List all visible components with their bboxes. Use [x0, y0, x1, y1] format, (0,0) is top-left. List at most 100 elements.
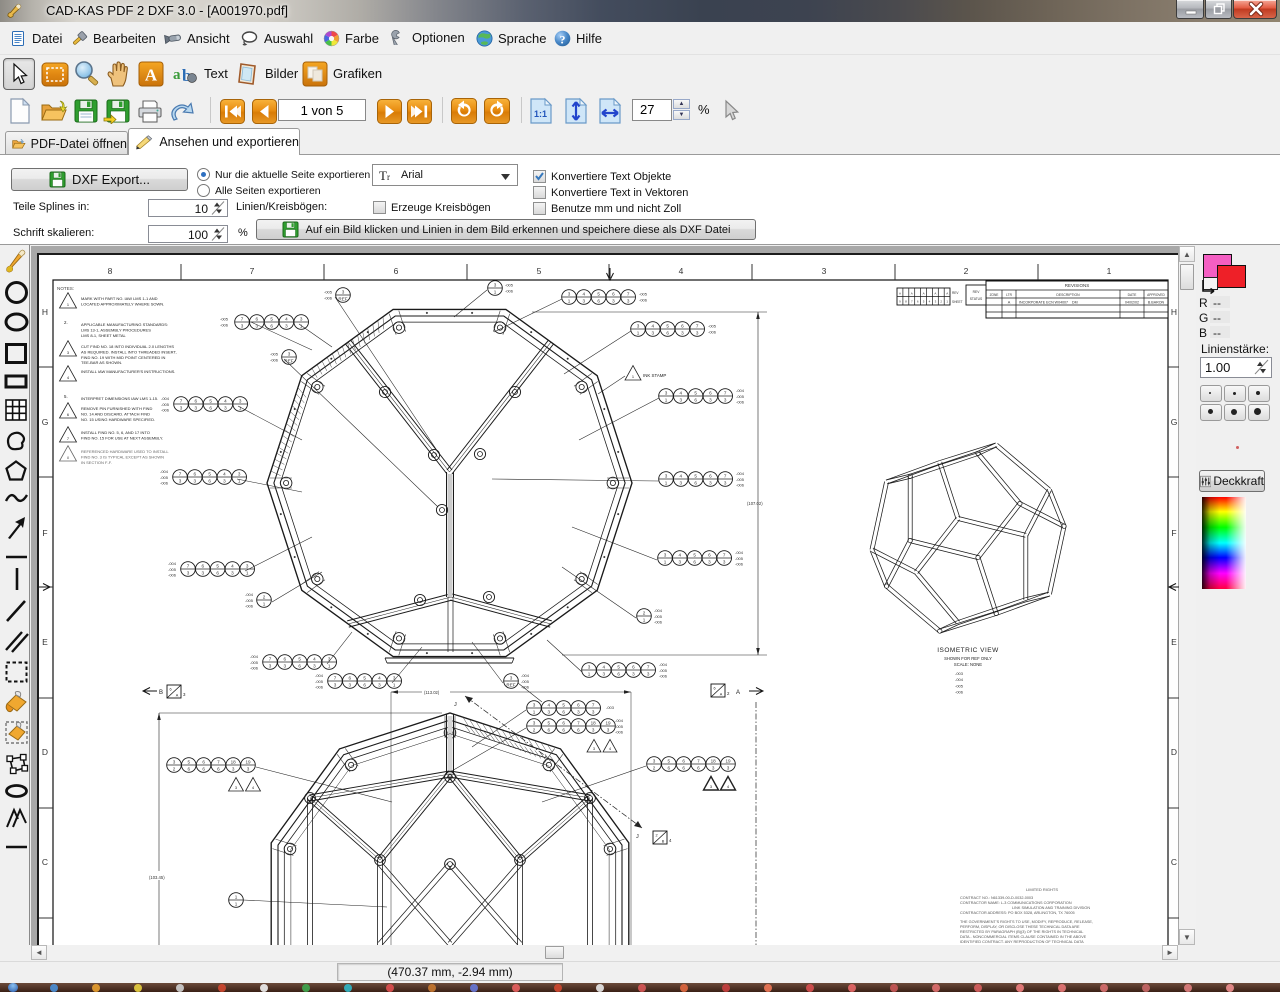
svg-text:LTR: LTR [1006, 293, 1012, 297]
svg-text:A: A [934, 292, 936, 296]
svg-text:18: 18 [711, 759, 717, 764]
svg-text:4: 4 [679, 266, 684, 276]
svg-text:3: 3 [696, 330, 699, 335]
svg-text:-003: -003 [955, 671, 964, 676]
svg-text:-005: -005 [736, 394, 745, 399]
svg-text:-005: -005 [736, 477, 745, 482]
svg-text:5: 5 [548, 721, 551, 726]
svg-text:-006: -006 [245, 604, 254, 609]
svg-text:CONTRACT NO.: N61339-00-D-0032: CONTRACT NO.: N61339-00-D-0032-0003 [960, 896, 1033, 900]
svg-text:2: 2 [533, 727, 536, 732]
svg-text:LMS 13-1, ASSEMBLY PROCEDURES: LMS 13-1, ASSEMBLY PROCEDURES [81, 327, 151, 332]
svg-text:3: 3 [195, 405, 198, 410]
svg-text:6: 6 [349, 676, 352, 681]
svg-text:6: 6 [217, 766, 220, 771]
svg-text:NO. 14 AND DISCARD. ATTACH FIN: NO. 14 AND DISCARD. ATTACH FIND [81, 411, 150, 416]
svg-text:3: 3 [284, 663, 287, 668]
svg-text:2: 2 [643, 611, 646, 616]
svg-text:-004: -004 [315, 673, 324, 678]
svg-text:3: 3 [593, 746, 595, 751]
svg-text:REV: REV [973, 290, 981, 294]
svg-text:SCALE: NONE: SCALE: NONE [954, 662, 982, 667]
svg-text:7: 7 [577, 721, 580, 726]
svg-text:A: A [911, 292, 913, 296]
svg-text:6: 6 [363, 682, 366, 687]
svg-text:A: A [946, 292, 948, 296]
svg-text:4: 4 [583, 292, 586, 297]
svg-text:2.: 2. [64, 320, 68, 325]
svg-text:6: 6 [693, 559, 696, 564]
svg-text:4: 4 [680, 391, 683, 396]
svg-text:7: 7 [627, 292, 630, 297]
svg-text:3: 3 [494, 283, 497, 288]
svg-text:19: 19 [245, 760, 251, 765]
svg-text:8: 8 [67, 455, 69, 460]
svg-text:6: 6 [617, 671, 620, 676]
svg-text:H: H [1171, 307, 1177, 317]
svg-text:6: 6 [597, 298, 600, 303]
svg-text:6: 6 [681, 324, 684, 329]
svg-text:3: 3 [709, 480, 712, 485]
svg-text:-006: -006 [161, 408, 170, 413]
svg-text:A: A [176, 694, 179, 698]
svg-text:INSTALL IAW MANUFACTURER'S INS: INSTALL IAW MANUFACTURER'S INSTRUCTIONS. [81, 369, 175, 374]
svg-text:6: 6 [713, 687, 715, 691]
svg-text:-005: -005 [250, 660, 259, 665]
svg-text:3: 3 [708, 559, 711, 564]
svg-text:A: A [145, 66, 158, 85]
svg-text:-004: -004 [735, 550, 744, 555]
svg-text:6: 6 [668, 765, 671, 770]
svg-text:3: 3 [238, 472, 241, 477]
svg-text:-004: -004 [245, 592, 254, 597]
svg-text:3: 3 [568, 292, 571, 297]
svg-text:6: 6 [562, 721, 565, 726]
svg-text:5: 5 [666, 324, 669, 329]
svg-text:-005: -005 [245, 598, 254, 603]
svg-text:2: 2 [655, 834, 657, 838]
svg-text:INCORPORATE ECN W04007 DM: INCORPORATE ECN W04007 DM [1019, 301, 1078, 305]
svg-text:6: 6 [216, 570, 219, 575]
svg-text:5: 5 [188, 760, 191, 765]
svg-text:6: 6 [697, 765, 700, 770]
svg-text:3: 3 [232, 766, 235, 771]
svg-text:3: 3 [173, 760, 176, 765]
svg-text:E: E [42, 637, 48, 647]
svg-text:-006: -006 [505, 288, 514, 293]
svg-text:7: 7 [647, 665, 650, 670]
svg-text:3: 3 [246, 564, 249, 569]
svg-text:1: 1 [588, 671, 591, 676]
svg-text:4: 4 [679, 553, 682, 558]
svg-text:1: 1 [643, 617, 646, 622]
svg-text:3: 3 [664, 553, 667, 558]
svg-text:-004: -004 [168, 561, 177, 566]
svg-text:3: 3 [179, 478, 182, 483]
svg-text:A: A [736, 690, 740, 696]
svg-text:-006: -006 [160, 481, 169, 486]
svg-text:6: 6 [195, 399, 198, 404]
svg-text:REV: REV [952, 291, 959, 295]
svg-text:G: G [1171, 417, 1178, 427]
svg-text:1: 1 [328, 663, 331, 668]
svg-text:(107.02): (107.02) [747, 501, 763, 506]
svg-text:3: 3 [378, 682, 381, 687]
svg-text:REMOVE PIN FURNISHED WITH FIND: REMOVE PIN FURNISHED WITH FIND [81, 406, 152, 411]
svg-text:-006: -006 [168, 573, 177, 578]
svg-text:6: 6 [694, 480, 697, 485]
svg-text:3: 3 [592, 727, 595, 732]
svg-text:4: 4 [224, 399, 227, 404]
svg-text:3: 3 [247, 766, 250, 771]
svg-text:5: 5 [209, 399, 212, 404]
svg-text:r: r [387, 172, 390, 182]
svg-text:6: 6 [202, 760, 205, 765]
svg-text:3: 3 [680, 480, 683, 485]
svg-text:6: 6 [548, 727, 551, 732]
svg-text:5: 5 [208, 472, 211, 477]
svg-text:3: 3 [588, 665, 591, 670]
svg-text:2: 2 [727, 691, 730, 696]
svg-text:CUT FIND NO. 18 INTO INDIVIDUA: CUT FIND NO. 18 INTO INDIVIDUAL 2.0 LENG… [81, 344, 174, 349]
svg-text:3: 3 [612, 298, 615, 303]
svg-text:4: 4 [652, 324, 655, 329]
svg-text:(103.45): (103.45) [149, 875, 165, 880]
svg-text:-005: -005 [615, 724, 624, 729]
svg-text:A: A [720, 693, 723, 697]
